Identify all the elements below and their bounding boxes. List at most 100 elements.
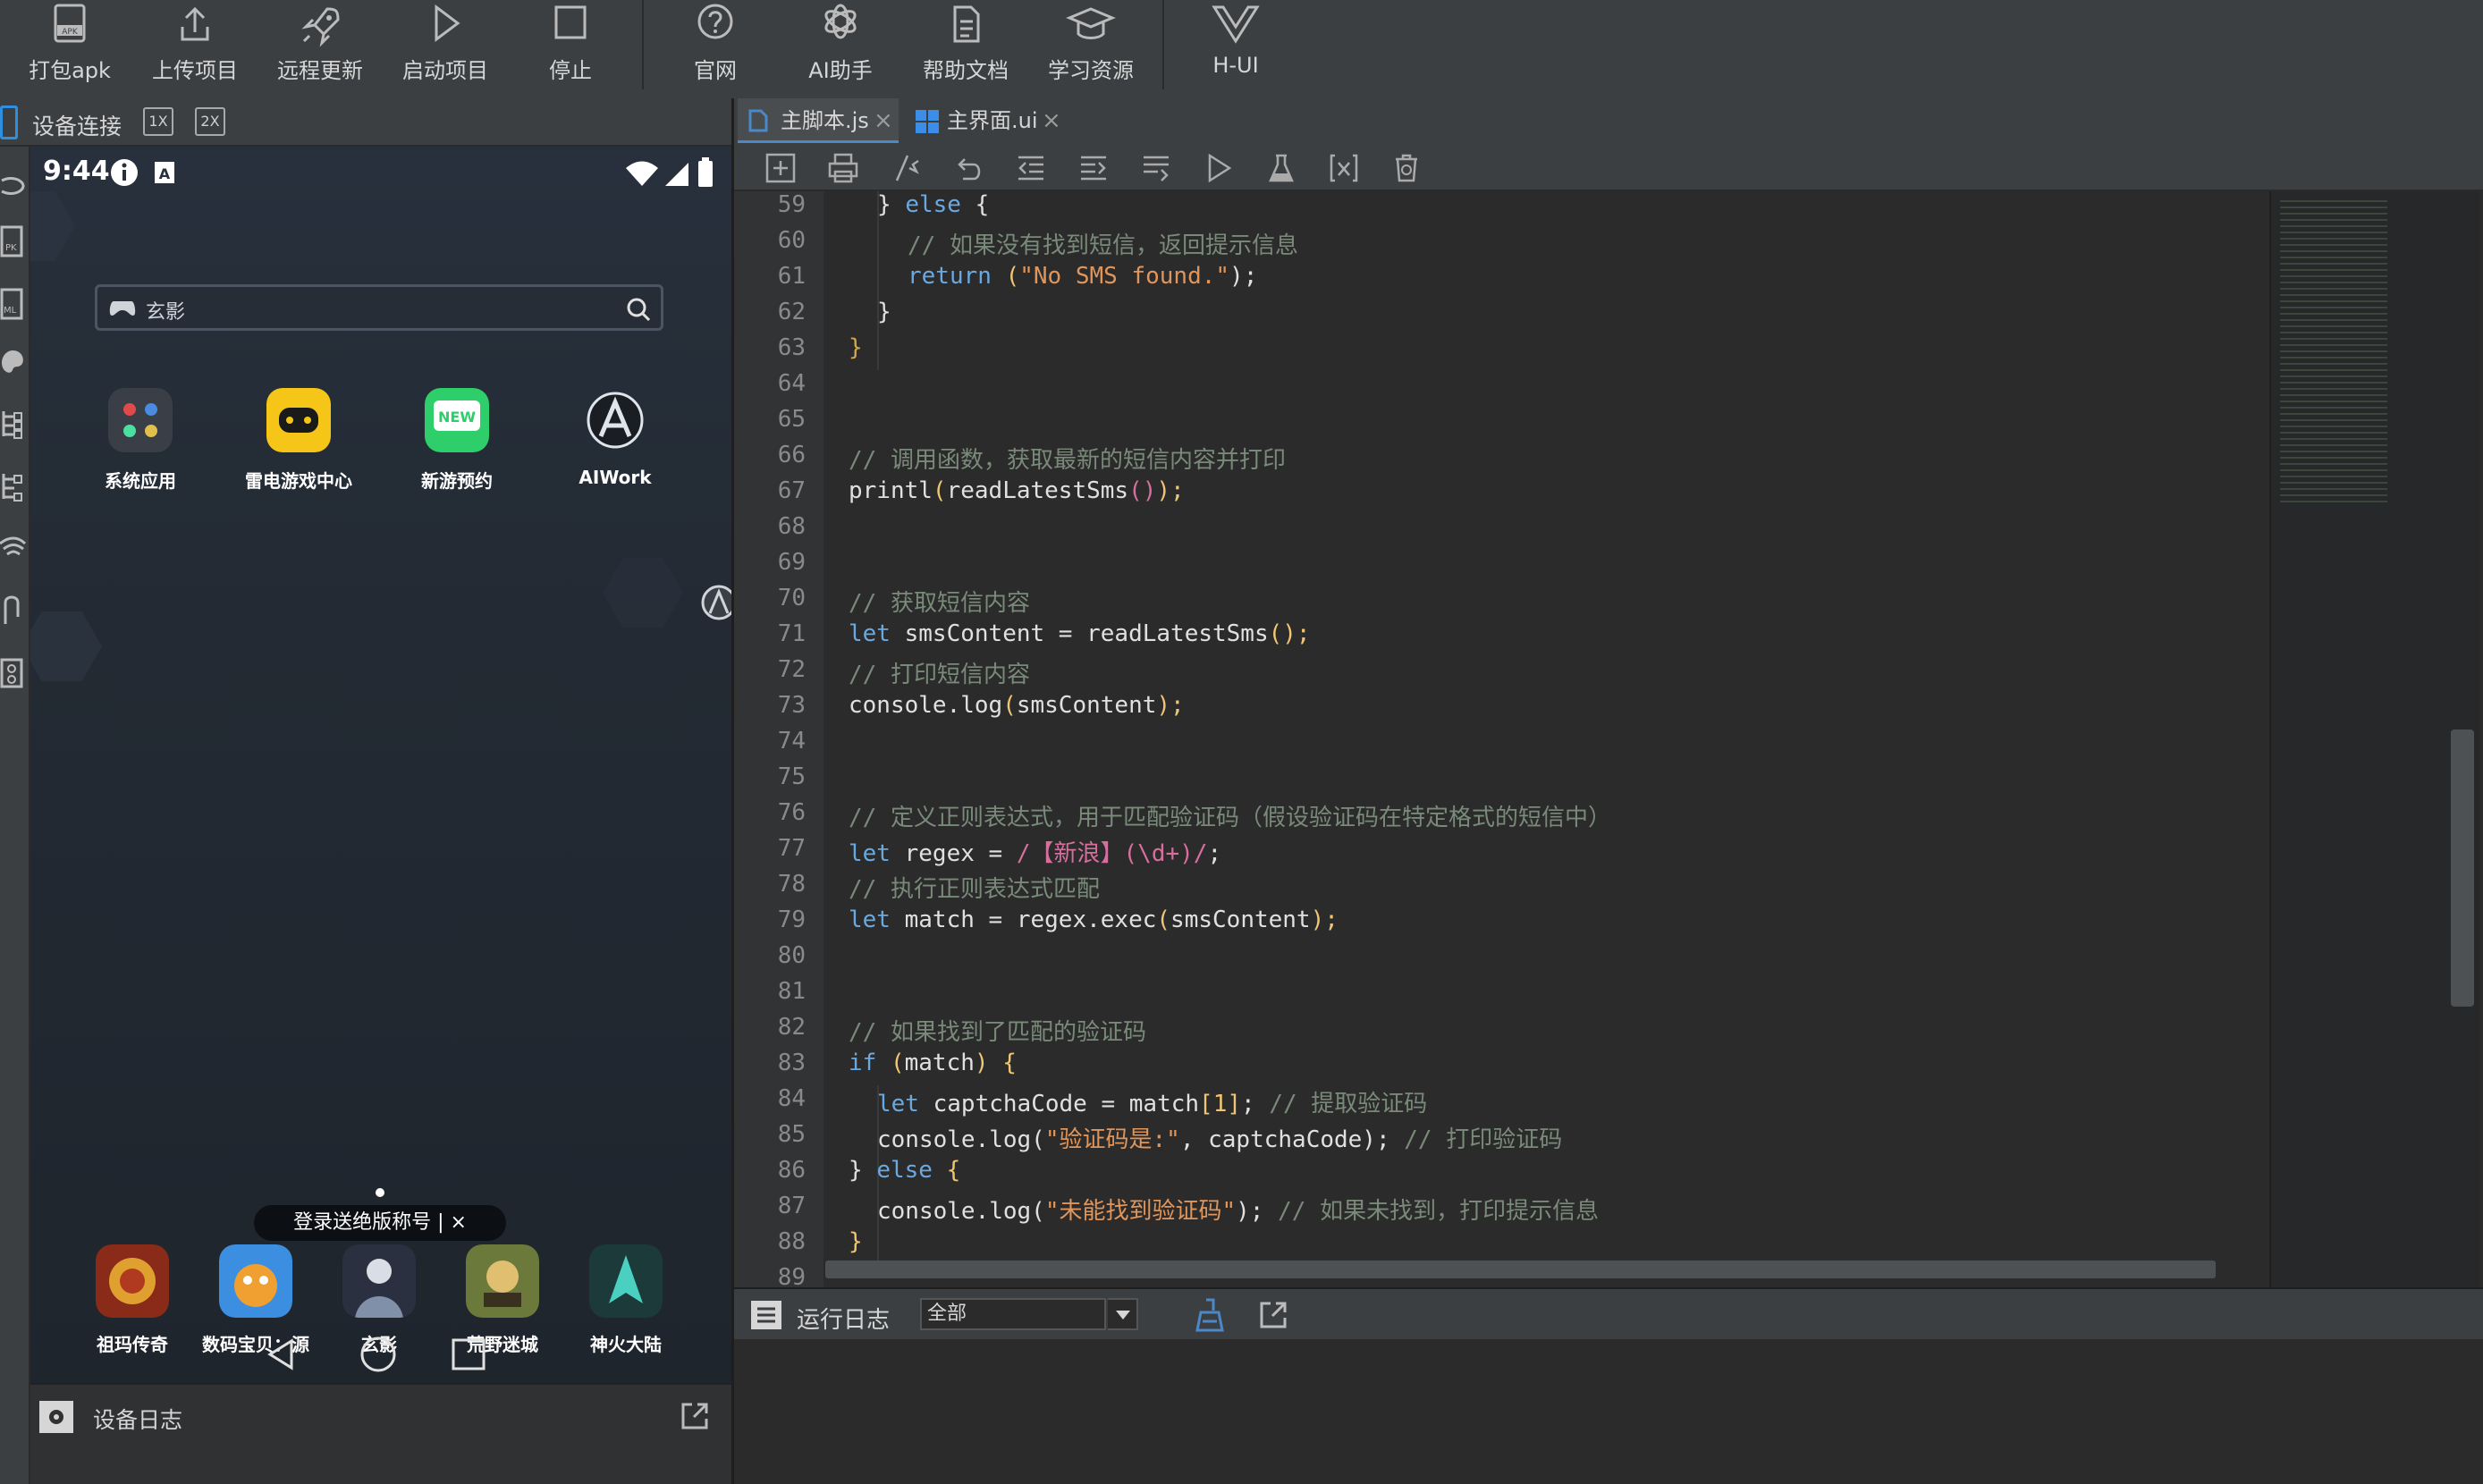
vertical-scrollbar[interactable] <box>2451 729 2474 1007</box>
add-file-icon[interactable] <box>764 152 797 184</box>
close-icon[interactable]: × <box>1042 107 1061 134</box>
promo-banner[interactable]: 登录送绝版称号 | × <box>254 1205 506 1241</box>
toolbar-divider <box>1162 0 1164 89</box>
start-project-button[interactable]: 启动项目 <box>383 0 508 89</box>
comment-icon[interactable] <box>890 152 922 184</box>
h-ui-button[interactable]: H-UI <box>1173 0 1298 89</box>
app-system-apps[interactable]: 系统应用 <box>69 388 212 493</box>
line-number: 76 <box>777 799 806 826</box>
digimon-icon <box>219 1244 292 1318</box>
line-number: 87 <box>777 1193 806 1219</box>
code-line-86: } else { <box>849 1157 961 1184</box>
xml-icon[interactable]: ML <box>0 286 27 322</box>
log-filter-select[interactable]: 全部 <box>920 1298 1106 1330</box>
apk-icon[interactable]: PK <box>0 223 27 259</box>
code-line-82: // 如果找到了匹配的验证码 <box>849 1019 1146 1046</box>
code-area[interactable]: } else { // 如果没有找到短信，返回提示信息 return ("No … <box>823 191 2349 1287</box>
vue-logo-icon <box>1212 5 1260 44</box>
clear-icon[interactable] <box>1390 152 1423 184</box>
undo-icon[interactable] <box>952 152 984 184</box>
close-icon[interactable]: × <box>874 107 893 134</box>
recent-apps-icon[interactable] <box>451 1337 486 1371</box>
play-icon <box>435 4 460 42</box>
stop-button[interactable]: 停止 <box>508 0 633 89</box>
line-number: 75 <box>777 763 806 790</box>
info-icon <box>111 159 138 186</box>
line-number: 64 <box>777 370 806 397</box>
indent-right-icon[interactable] <box>1077 152 1110 184</box>
popout-icon[interactable] <box>680 1401 710 1431</box>
app-leidian-game-center[interactable]: 雷电游戏中心 <box>227 388 370 493</box>
line-number: 86 <box>777 1157 806 1184</box>
flask-icon[interactable] <box>1265 152 1297 184</box>
tree-icon[interactable] <box>0 406 27 442</box>
app-new-game-preorder[interactable]: NEW 新游预约 <box>385 388 528 493</box>
run-icon[interactable] <box>1203 152 1235 184</box>
code-line-61: return ("No SMS found."); <box>908 263 1258 290</box>
new-games-icon: NEW <box>425 388 489 452</box>
line-number: 84 <box>777 1085 806 1112</box>
palette-icon[interactable] <box>0 345 27 381</box>
remote-update-button[interactable]: 远程更新 <box>258 0 383 89</box>
code-line-60: // 如果没有找到短信，返回提示信息 <box>908 232 1298 259</box>
line-number: 78 <box>777 871 806 898</box>
horizontal-scrollbar[interactable] <box>825 1261 2216 1278</box>
usb-icon[interactable] <box>0 594 27 629</box>
search-bar[interactable]: 玄影 <box>95 284 663 331</box>
home-icon[interactable] <box>359 1336 397 1373</box>
svg-text:ML: ML <box>4 306 17 316</box>
aiwork-icon <box>587 392 644 449</box>
background-hexagon <box>603 558 683 628</box>
broom-clear-icon[interactable] <box>1194 1298 1226 1332</box>
zoom-1x-button[interactable]: 1X <box>143 107 173 136</box>
variable-icon[interactable] <box>1328 152 1360 184</box>
settings-icon[interactable] <box>0 654 27 690</box>
learning-resources-label: 学习资源 <box>1048 58 1134 83</box>
tab-main-ui[interactable]: 主界面.ui <box>904 98 1065 143</box>
device-icon <box>0 105 18 139</box>
print-icon[interactable] <box>827 152 859 184</box>
zoom-2x-button[interactable]: 2X <box>195 107 225 136</box>
notification-a-icon: A <box>155 162 174 183</box>
new-badge-text: NEW <box>438 409 476 426</box>
indent-left-icon[interactable] <box>1015 152 1047 184</box>
app-aiwork[interactable]: AIWork <box>544 388 687 488</box>
run-log-title: 运行日志 <box>797 1307 891 1334</box>
run-log-panel: 运行日志 全部 <box>734 1287 2483 1484</box>
status-bar: 9:44 A <box>30 147 731 200</box>
code-line-73: console.log(smsContent); <box>849 692 1185 719</box>
floating-assistant-icon[interactable] <box>699 583 731 622</box>
line-number: 60 <box>777 227 806 254</box>
phone-screen[interactable]: 9:44 A 玄影 系统应用 雷电游戏中心 NEW 新游预约 AIWork 登录… <box>30 147 731 1383</box>
code-line-85: console.log("验证码是:", captchaCode); // 打印… <box>877 1126 1563 1153</box>
code-line-79: let match = regex.exec(smsContent); <box>849 906 1339 933</box>
remote-update-label: 远程更新 <box>277 58 363 83</box>
popout-icon[interactable] <box>1258 1300 1288 1330</box>
line-number: 79 <box>777 906 806 933</box>
official-site-button[interactable]: 官网 <box>653 0 778 89</box>
wifi-icon[interactable] <box>0 531 27 567</box>
line-number: 77 <box>777 835 806 862</box>
learning-resources-button[interactable]: 学习资源 <box>1028 0 1153 89</box>
chevron-down-icon[interactable] <box>1108 1298 1138 1330</box>
line-number: 85 <box>777 1121 806 1148</box>
search-icon[interactable] <box>625 296 652 323</box>
line-number: 74 <box>777 728 806 755</box>
line-number: 67 <box>777 477 806 504</box>
system-apps-icon <box>108 388 173 452</box>
ai-assistant-button[interactable]: AI助手 <box>778 0 903 89</box>
help-docs-button[interactable]: 帮助文档 <box>903 0 1028 89</box>
svg-text:PK: PK <box>5 243 17 253</box>
code-line-78: // 执行正则表达式匹配 <box>849 876 1100 903</box>
code-minimap[interactable] <box>2269 191 2480 1287</box>
code-line-88: } <box>849 1228 863 1255</box>
back-icon[interactable] <box>265 1337 297 1371</box>
build-apk-button[interactable]: APK 打包apk <box>7 0 132 89</box>
line-number: 80 <box>777 942 806 969</box>
tree-alt-icon[interactable] <box>0 468 27 504</box>
line-number: 63 <box>777 334 806 361</box>
format-icon[interactable] <box>1140 152 1172 184</box>
upload-project-button[interactable]: 上传项目 <box>132 0 258 89</box>
code-line-62: } <box>877 299 891 325</box>
link-icon[interactable] <box>0 168 27 204</box>
